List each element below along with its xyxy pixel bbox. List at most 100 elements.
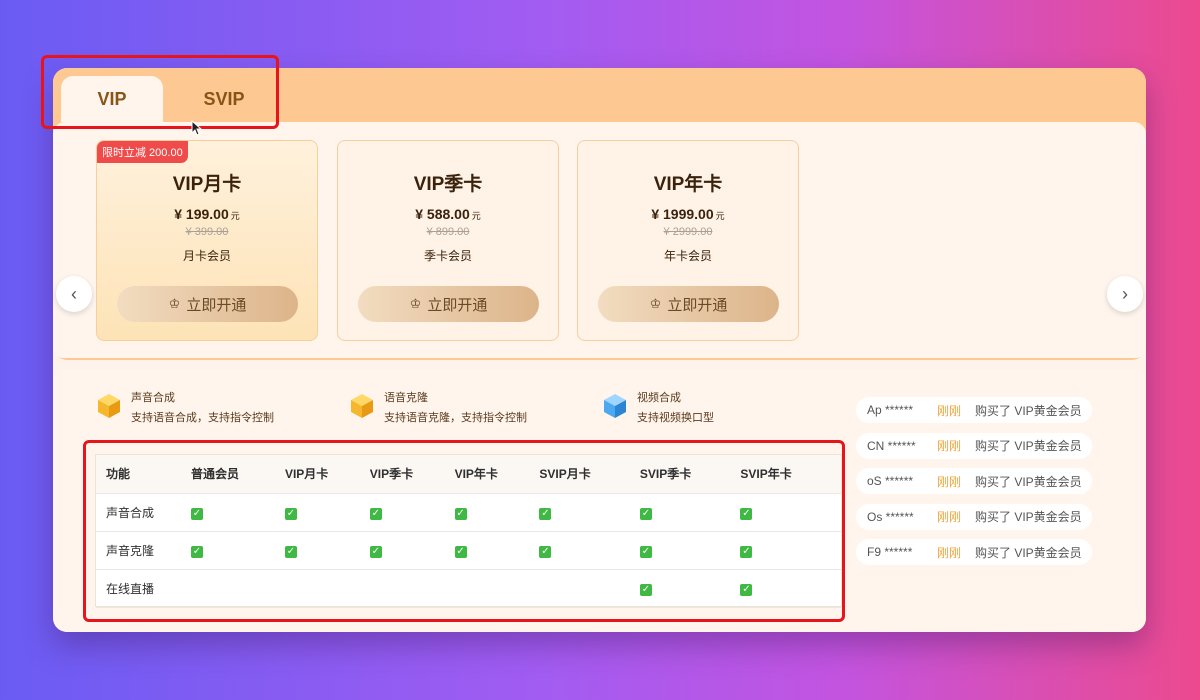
table-cell xyxy=(284,569,370,608)
table-cell: ✓ xyxy=(369,531,455,570)
plan-name: VIP月卡 xyxy=(172,174,242,195)
column-header: SVIP月卡 xyxy=(539,455,640,494)
table-header-row: 功能 普通会员 VIP月卡 VIP季卡 VIP年卡 SVIP月卡 SVIP季卡 … xyxy=(96,455,841,494)
features-section: 声音合成 支持语音合成，支持指令控制 语音克隆 支持语音克隆，支持指令控制 视频合成… xyxy=(53,369,1146,632)
table-cell: ✓ xyxy=(191,493,285,532)
check-icon: ✓ xyxy=(639,507,652,520)
check-icon: ✓ xyxy=(539,507,552,520)
check-icon: ✓ xyxy=(740,583,753,596)
table-cell: ✓ xyxy=(454,531,540,570)
table-cell xyxy=(539,569,640,608)
table-cell: ✓ xyxy=(284,493,370,532)
feature-cell: 声音合成 xyxy=(96,493,191,532)
table-cell: ✓ xyxy=(740,493,841,532)
cube-icon xyxy=(351,394,373,418)
check-icon: ✓ xyxy=(454,507,467,520)
purchase-item: oS ****** 刚刚 购买了 VIP黄金会员 xyxy=(856,468,1092,494)
check-icon: ✓ xyxy=(284,545,297,558)
feature-title: 语音克隆 xyxy=(384,392,428,404)
table-cell: ✓ xyxy=(369,493,455,532)
tab-svip[interactable]: SVIP xyxy=(173,76,275,122)
table-row: 声音合成 ✓ ✓ ✓ ✓ ✓ ✓ ✓ xyxy=(96,493,841,532)
table-cell xyxy=(369,569,455,608)
column-header: VIP月卡 xyxy=(284,455,370,494)
plan-cards: ‹ 限时立减 200.00 VIP月卡 ¥ 199.00 元 ¥ 399.00 月… xyxy=(53,122,1146,358)
comparison-table: 功能 普通会员 VIP月卡 VIP季卡 VIP年卡 SVIP月卡 SVIP季卡 … xyxy=(95,454,842,608)
plan-card-quarterly[interactable]: VIP季卡 ¥ 588.00 元 ¥ 899.00 季卡会员 ♔ 立即开通 xyxy=(337,140,559,341)
table-cell xyxy=(191,569,285,608)
plan-price: ¥ 1999.00 元 xyxy=(651,206,725,222)
table-cell: ✓ xyxy=(539,493,640,532)
subscribe-button[interactable]: ♔ 立即开通 xyxy=(358,286,539,322)
recent-purchases: Ap ****** 刚刚 购买了 VIP黄金会员 CN ****** 刚刚 购买了 VI… xyxy=(856,397,1092,575)
plan-name: VIP季卡 xyxy=(413,174,483,195)
feature-desc: 支持语音克隆，支持指令控制 xyxy=(384,412,527,424)
plan-card-yearly[interactable]: VIP年卡 ¥ 1999.00 元 ¥ 2999.00 年卡会员 ♔ 立即开通 xyxy=(577,140,799,341)
table-cell: ✓ xyxy=(454,493,540,532)
column-header: SVIP年卡 xyxy=(740,455,841,494)
check-icon: ✓ xyxy=(639,583,652,596)
crown-icon: ♔ xyxy=(168,296,181,311)
table-cell: ✓ xyxy=(191,531,285,570)
feature-cell: 声音克隆 xyxy=(96,531,191,570)
purchase-item: Ap ****** 刚刚 购买了 VIP黄金会员 xyxy=(856,397,1092,423)
purchase-item: F9 ****** 刚刚 购买了 VIP黄金会员 xyxy=(856,539,1092,565)
feature-cell: 在线直播 xyxy=(96,569,191,608)
table-cell: ✓ xyxy=(639,493,741,532)
plan-original-price: ¥ 399.00 xyxy=(185,226,229,238)
check-icon: ✓ xyxy=(740,545,753,558)
tab-vip[interactable]: VIP xyxy=(61,76,163,122)
table-row: 声音克隆 ✓ ✓ ✓ ✓ ✓ ✓ ✓ xyxy=(96,531,841,570)
prev-arrow-icon[interactable]: ‹ xyxy=(56,276,92,312)
column-header: 普通会员 xyxy=(191,455,285,494)
discount-badge: 限时立减 200.00 xyxy=(97,141,188,163)
next-arrow-icon[interactable]: › xyxy=(1107,276,1143,312)
plan-name: VIP年卡 xyxy=(653,174,723,195)
table-cell: ✓ xyxy=(639,531,741,570)
plan-desc: 季卡会员 xyxy=(423,249,472,263)
column-header: SVIP季卡 xyxy=(639,455,741,494)
check-icon: ✓ xyxy=(539,545,552,558)
feature-voice-clone: 语音克隆支持语音克隆，支持指令控制 xyxy=(348,389,527,425)
subscribe-button[interactable]: ♔ 立即开通 xyxy=(598,286,779,322)
check-icon: ✓ xyxy=(639,545,652,558)
plan-price: ¥ 199.00 元 xyxy=(174,206,240,222)
feature-title: 声音合成 xyxy=(131,392,175,404)
table-cell: ✓ xyxy=(740,569,841,608)
mouse-cursor-icon xyxy=(191,120,203,136)
subscribe-button[interactable]: ♔ 立即开通 xyxy=(117,286,298,322)
table-cell xyxy=(454,569,540,608)
tab-bar: VIP SVIP ‹ 限时立减 200.00 VIP月卡 ¥ 199.00 元 ¥… xyxy=(53,68,1146,360)
cube-icon xyxy=(604,394,626,418)
plan-original-price: ¥ 2999.00 xyxy=(663,226,713,238)
plan-card-monthly[interactable]: 限时立减 200.00 VIP月卡 ¥ 199.00 元 ¥ 399.00 月卡会… xyxy=(96,140,318,341)
plan-price: ¥ 588.00 元 xyxy=(415,206,481,222)
purchase-item: Os ****** 刚刚 购买了 VIP黄金会员 xyxy=(856,503,1092,530)
plan-desc: 年卡会员 xyxy=(663,249,712,263)
table-cell: ✓ xyxy=(639,569,741,608)
check-icon: ✓ xyxy=(191,507,203,520)
feature-desc: 支持视频换口型 xyxy=(637,412,714,424)
feature-title: 视频合成 xyxy=(637,392,681,404)
feature-video-synthesis: 视频合成支持视频换口型 xyxy=(601,389,714,425)
table-cell: ✓ xyxy=(539,531,640,570)
feature-desc: 支持语音合成，支持指令控制 xyxy=(131,412,274,424)
table-cell: ✓ xyxy=(284,531,370,570)
column-header: VIP季卡 xyxy=(369,455,455,494)
check-icon: ✓ xyxy=(454,545,467,558)
check-icon: ✓ xyxy=(369,545,382,558)
check-icon: ✓ xyxy=(740,507,753,520)
table-cell: ✓ xyxy=(740,531,841,570)
check-icon: ✓ xyxy=(191,545,203,558)
crown-icon: ♔ xyxy=(649,296,662,311)
plan-original-price: ¥ 899.00 xyxy=(426,226,470,238)
column-header: 功能 xyxy=(96,455,191,494)
membership-panel: VIP SVIP ‹ 限时立减 200.00 VIP月卡 ¥ 199.00 元 ¥… xyxy=(53,68,1146,632)
cube-icon xyxy=(98,394,120,418)
feature-voice-synthesis: 声音合成支持语音合成，支持指令控制 xyxy=(95,389,274,425)
purchase-item: CN ****** 刚刚 购买了 VIP黄金会员 xyxy=(856,432,1092,459)
column-header: VIP年卡 xyxy=(454,455,540,494)
table-row: 在线直播 ✓ ✓ xyxy=(96,569,841,608)
crown-icon: ♔ xyxy=(409,296,422,311)
check-icon: ✓ xyxy=(284,507,297,520)
